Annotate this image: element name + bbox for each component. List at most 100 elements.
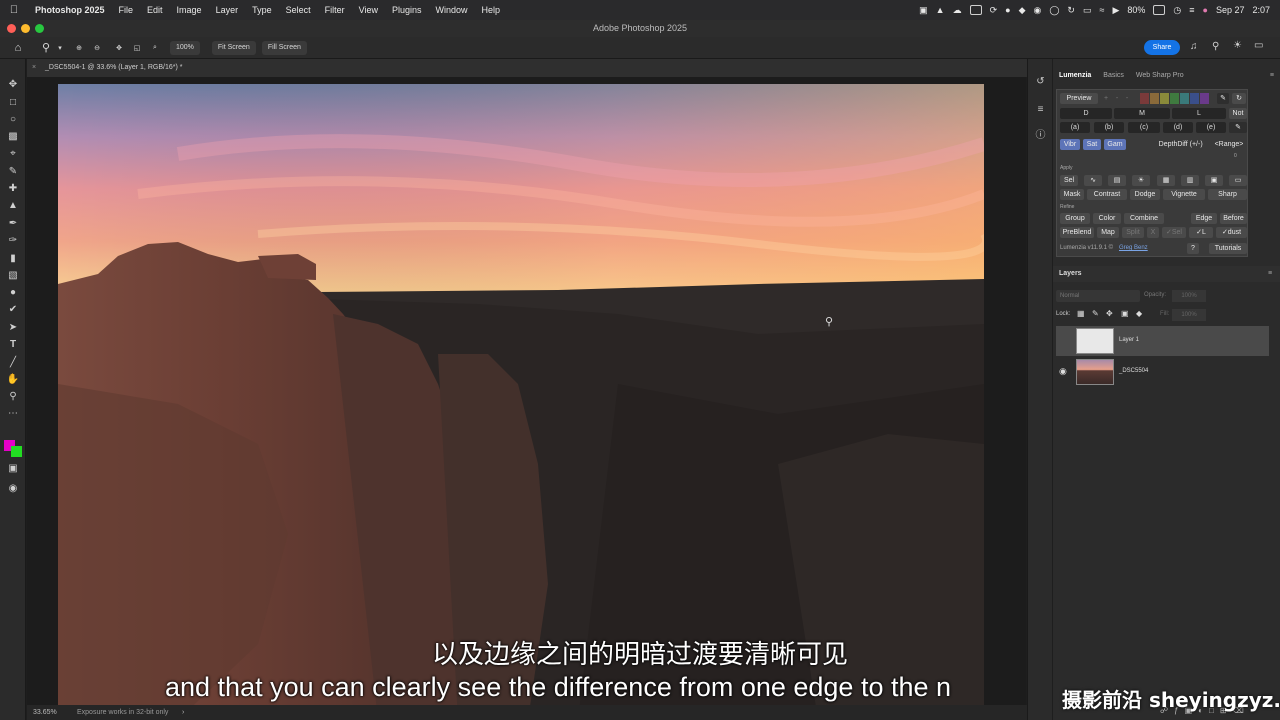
preblend-button[interactable]: PreBlend [1060, 227, 1094, 238]
solid-color-icon[interactable]: ▭ [1229, 175, 1247, 186]
siri-icon[interactable]: ● [1203, 5, 1208, 15]
healing-brush-tool-icon[interactable]: ✚ [6, 183, 20, 195]
clone-stamp-tool-icon[interactable]: ▲ [6, 200, 20, 212]
layer-row-dsc5504[interactable]: ◉ _DSC5504 [1056, 357, 1269, 387]
contrast-button[interactable]: Contrast [1087, 189, 1127, 200]
vignette-button[interactable]: Vignette [1163, 189, 1205, 200]
layers-panel-title[interactable]: Layers [1059, 266, 1082, 282]
apple-icon[interactable]:  [0, 4, 28, 16]
before-button[interactable]: Before [1220, 213, 1247, 224]
brightness-icon[interactable]: ☀ [1132, 175, 1150, 186]
zone-d-button[interactable]: D [1060, 108, 1112, 119]
refresh-icon[interactable]: ↻ [1067, 5, 1075, 16]
drop-icon[interactable]: ● [1005, 5, 1010, 15]
circle-icon[interactable]: ◯ [1049, 5, 1059, 16]
dodge-tool-icon[interactable]: ● [6, 287, 20, 299]
background-color-swatch[interactable] [11, 446, 22, 457]
resize-windows-icon[interactable]: ✥ [110, 41, 128, 55]
lock-artboard-icon[interactable]: ▣ [1121, 309, 1129, 318]
sharp-button[interactable]: Sharp [1208, 189, 1247, 200]
reset-icon[interactable]: ↻ [1232, 93, 1246, 104]
color-swatch[interactable] [1190, 93, 1199, 104]
zone-e-button[interactable]: (e) [1196, 122, 1226, 133]
lock-pixels-icon[interactable]: ✎ [1092, 309, 1099, 318]
battery-icon[interactable] [1153, 5, 1166, 15]
tutorials-button[interactable]: Tutorials [1209, 243, 1247, 254]
zoom-window-button[interactable] [35, 24, 44, 33]
minus-button-1[interactable]: - [1113, 93, 1121, 104]
type-tool-icon[interactable]: T [6, 339, 20, 351]
color-swatch[interactable] [1140, 93, 1149, 104]
app-icon[interactable]: ▲ [936, 5, 945, 15]
line-tool-icon[interactable]: ╱ [6, 357, 20, 369]
check-l-button[interactable]: ✓L [1189, 227, 1213, 238]
menu-image[interactable]: Image [170, 5, 209, 15]
opacity-input[interactable]: 100% [1172, 290, 1206, 302]
zone-m-button[interactable]: M [1114, 108, 1170, 119]
menu-help[interactable]: Help [475, 5, 508, 15]
search-icon[interactable]: ⚲ [1212, 41, 1219, 52]
saturation-button[interactable]: Sat [1083, 139, 1101, 150]
split-button[interactable]: Split [1122, 227, 1144, 238]
curves-icon[interactable]: ∿ [1084, 175, 1102, 186]
zoom-in-icon[interactable]: ⊕ [70, 41, 88, 55]
visibility-eye-icon[interactable]: ◉ [1059, 366, 1067, 377]
gradient-tool-icon[interactable]: ▧ [6, 270, 20, 282]
grammarly-icon[interactable]: ◉ [1033, 5, 1041, 16]
dodge-button[interactable]: Dodge [1130, 189, 1160, 200]
display-icon[interactable]: ▭ [1083, 5, 1092, 16]
author-link[interactable]: Greg Benz [1119, 245, 1148, 251]
crop-tool-icon[interactable]: ⌖ [6, 148, 20, 160]
color-swatch[interactable] [1170, 93, 1179, 104]
eraser-tool-icon[interactable]: ▮ [6, 253, 20, 265]
lasso-tool-icon[interactable]: ○ [6, 114, 20, 126]
preview-button[interactable]: Preview [1060, 93, 1098, 104]
info-panel-icon[interactable]: ⓘ [1034, 129, 1047, 142]
panel-menu-icon[interactable]: ≡ [1264, 72, 1280, 79]
landscape-photo[interactable] [58, 84, 984, 720]
vibrance-button[interactable]: Vibr [1060, 139, 1080, 150]
zone-b-button[interactable]: (b) [1094, 122, 1124, 133]
home-icon[interactable]: ⌂ [8, 41, 28, 55]
zone-a-button[interactable]: (a) [1060, 122, 1090, 133]
zoom-tool-icon[interactable]: ⚲ [36, 41, 56, 55]
check-dust-button[interactable]: ✓dust [1216, 227, 1247, 238]
chevron-right-icon[interactable]: › [182, 705, 184, 720]
fill-input[interactable]: 100% [1172, 309, 1206, 321]
pen-tool-icon[interactable]: ✔ [6, 304, 20, 316]
move-tool-icon[interactable]: ✥ [6, 79, 20, 91]
menu-layer[interactable]: Layer [209, 5, 246, 15]
layer-row-layer-1[interactable]: Layer 1 [1056, 326, 1269, 356]
plus-button[interactable]: + [1101, 93, 1111, 104]
control-center-icon[interactable]: ≡ [1189, 5, 1194, 15]
more-tools-icon[interactable]: ⋯ [6, 408, 20, 420]
gamut-button[interactable]: Gam [1104, 139, 1126, 150]
wifi-icon[interactable]: ≈ [1099, 5, 1104, 15]
brush-tool-icon[interactable]: ✒ [6, 218, 20, 230]
mask-button[interactable]: Mask [1060, 189, 1084, 200]
sel-button[interactable]: Sel [1060, 175, 1078, 186]
history-panel-icon[interactable]: ↺ [1034, 75, 1047, 88]
eyedropper-icon[interactable]: ✎ [1217, 93, 1229, 104]
zoom-level[interactable]: 33.65% [33, 705, 57, 720]
check-sel-button[interactable]: ✓Sel [1162, 227, 1186, 238]
zoom-out-icon[interactable]: ⊖ [88, 41, 106, 55]
share-button[interactable]: Share [1144, 40, 1180, 55]
diff-button[interactable]: Diff (+/-) [1171, 139, 1209, 150]
fill-screen-button[interactable]: Fill Screen [261, 40, 307, 55]
close-window-button[interactable] [7, 24, 16, 33]
scrubby-zoom-icon[interactable]: ◱ [128, 41, 146, 55]
screen-mode-icon[interactable]: ◉ [6, 483, 20, 495]
edge-button[interactable]: Edge [1191, 213, 1217, 224]
layers-menu-icon[interactable]: ≡ [1268, 266, 1272, 282]
tab-basics[interactable]: Basics [1097, 72, 1130, 79]
fit-screen-button[interactable]: Fit Screen [211, 40, 256, 55]
levels-icon[interactable]: ▤ [1108, 175, 1126, 186]
object-select-tool-icon[interactable]: ▩ [6, 131, 20, 143]
vibrance-icon[interactable]: ▣ [1205, 175, 1223, 186]
sync-icon[interactable]: ⟳ [990, 5, 998, 16]
zone-dd-button[interactable]: (d) [1163, 122, 1193, 133]
lock-transparency-icon[interactable]: ▦ [1077, 309, 1085, 318]
zone-c-button[interactable]: (c) [1128, 122, 1160, 133]
dropbox-icon[interactable]: ◆ [1019, 5, 1026, 16]
